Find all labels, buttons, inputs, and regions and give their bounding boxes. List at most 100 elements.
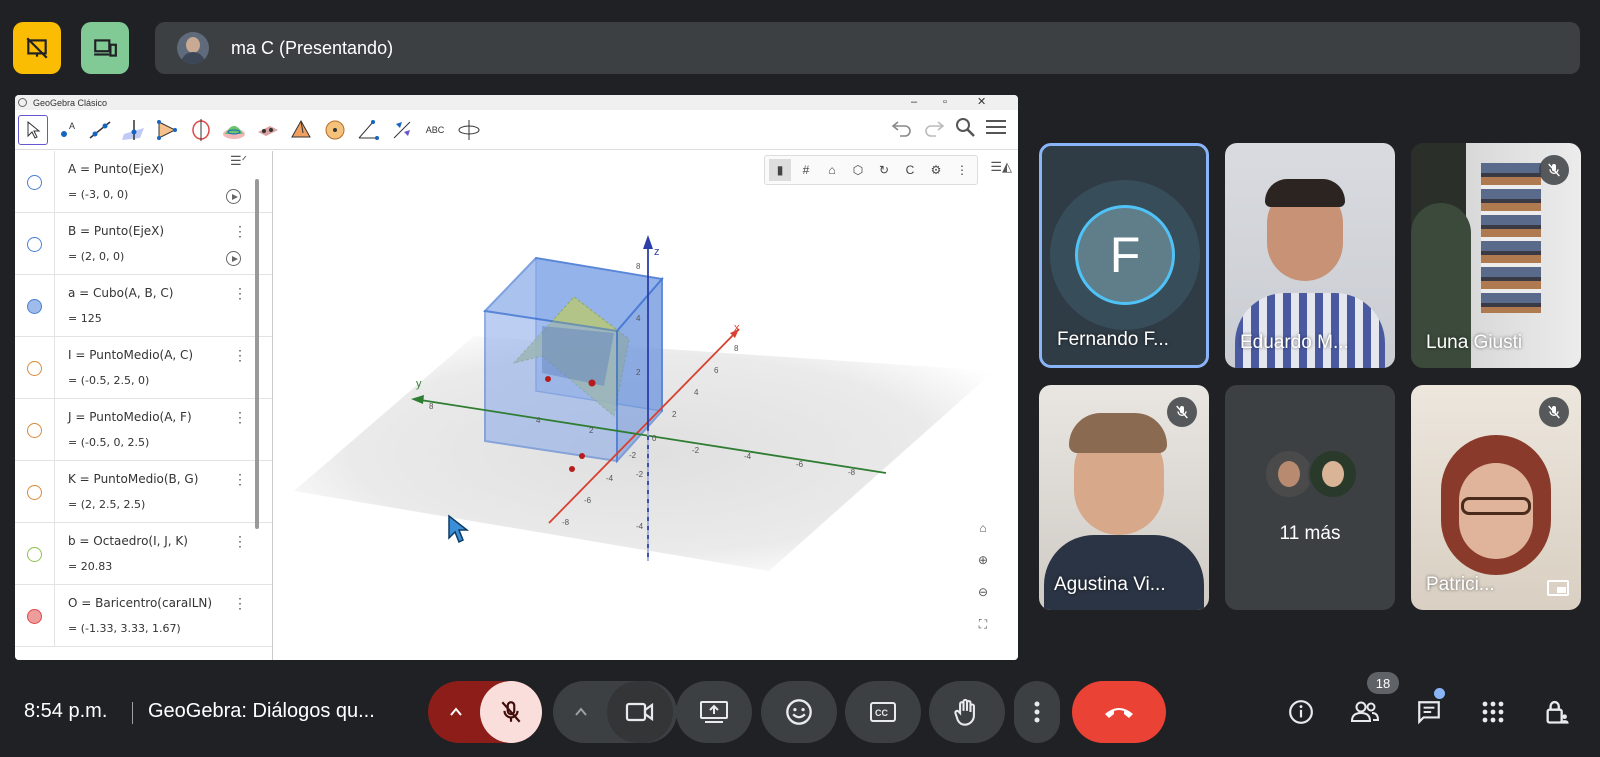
view-perspective-icon[interactable]: ☰◭ — [990, 159, 1012, 175]
participant-tile[interactable]: Luna Giusti — [1411, 143, 1581, 368]
svg-text:4: 4 — [536, 416, 541, 425]
cube-view-icon[interactable]: ⬡ — [847, 159, 869, 181]
algebra-definition: b = Octaedro(I, J, K) — [68, 534, 188, 548]
minimize-icon[interactable]: – — [911, 95, 917, 109]
algebra-row[interactable]: b = Octaedro(I, J, K) = 20.83 ⋮ — [15, 523, 272, 585]
host-controls-button[interactable] — [1535, 690, 1579, 734]
visibility-toggle[interactable] — [27, 175, 42, 190]
visibility-toggle[interactable] — [27, 237, 42, 252]
circle-axis-tool[interactable] — [186, 115, 216, 145]
algebra-row[interactable]: O = Baricentro(caraILN) = (-1.33, 3.33, 1… — [15, 585, 272, 647]
participant-tile[interactable]: Agustina Vi... — [1039, 385, 1209, 610]
leave-call-button[interactable] — [1072, 681, 1166, 743]
grid-icon[interactable]: # — [795, 159, 817, 181]
polygon-tool[interactable] — [152, 115, 182, 145]
row-menu-icon[interactable]: ⋮ — [233, 471, 247, 488]
participant-tile[interactable]: Eduardo M... — [1225, 143, 1395, 368]
row-menu-icon[interactable]: ⋮ — [233, 347, 247, 364]
more-icon[interactable]: ⋮ — [951, 159, 973, 181]
visibility-toggle[interactable] — [27, 485, 42, 500]
sphere-icon — [325, 120, 344, 139]
intersect-surfaces-tool[interactable] — [219, 115, 249, 145]
svg-text:-2: -2 — [629, 451, 637, 460]
algebra-value: = (-0.5, 0, 2.5) — [68, 436, 150, 449]
pip-icon[interactable] — [1547, 580, 1569, 596]
participant-tile[interactable]: F Fernando F... — [1039, 143, 1209, 368]
algebra-row[interactable]: a = Cubo(A, B, C) = 125 ⋮ — [15, 275, 272, 337]
row-menu-icon[interactable]: ⋮ — [233, 595, 247, 612]
visibility-toggle[interactable] — [27, 299, 42, 314]
more-options-button[interactable] — [1014, 681, 1060, 743]
participant-count: 18 — [1375, 675, 1391, 691]
clipping-icon[interactable]: C — [899, 159, 921, 181]
home-view-icon[interactable]: ⌂ — [970, 515, 996, 541]
mic-toggle-button[interactable] — [480, 681, 542, 743]
video-options-button[interactable] — [561, 681, 601, 743]
row-menu-icon[interactable]: ⋮ — [233, 223, 247, 240]
menu-icon[interactable] — [984, 116, 1008, 138]
animation-play-icon[interactable] — [226, 251, 241, 266]
zoom-out-icon[interactable]: ⊖ — [970, 579, 996, 605]
audio-options-button[interactable] — [436, 681, 476, 743]
maximize-icon[interactable]: ▫ — [943, 95, 947, 109]
activities-button[interactable] — [1471, 690, 1515, 734]
stop-presenting-button[interactable] — [13, 22, 61, 74]
zoom-in-icon[interactable]: ⊕ — [970, 547, 996, 573]
visibility-toggle[interactable] — [27, 423, 42, 438]
algebra-row[interactable]: K = PuntoMedio(B, G) = (2, 2.5, 2.5) ⋮ — [15, 461, 272, 523]
companion-mode-button[interactable] — [81, 22, 129, 74]
algebra-row[interactable]: I = PuntoMedio(A, C) = (-0.5, 2.5, 0) ⋮ — [15, 337, 272, 399]
raise-hand-button[interactable] — [929, 681, 1005, 743]
row-menu-icon[interactable]: ⋮ — [233, 285, 247, 302]
chat-button[interactable] — [1407, 690, 1451, 734]
perpendicular-tool[interactable] — [119, 115, 149, 145]
move-tool[interactable] — [18, 114, 48, 145]
reflect-tool[interactable] — [387, 115, 417, 145]
algebra-scrollbar[interactable] — [255, 179, 259, 529]
rotate-view-tool[interactable] — [454, 115, 484, 145]
visibility-toggle[interactable] — [27, 361, 42, 376]
participant-name: Fernando F... — [1057, 329, 1169, 350]
row-menu-icon[interactable]: ⋮ — [233, 409, 247, 426]
point-tool[interactable]: A — [52, 115, 82, 145]
visibility-column — [15, 461, 55, 523]
algebra-sort-icon[interactable]: ☰ᐟ — [230, 153, 247, 169]
visibility-toggle[interactable] — [27, 609, 42, 624]
close-icon[interactable]: ✕ — [977, 95, 986, 109]
text-tool[interactable]: ABC — [420, 115, 450, 145]
animation-play-icon[interactable] — [226, 189, 241, 204]
algebra-toggle-icon[interactable]: ▮ — [769, 159, 791, 181]
home-icon[interactable]: ⌂ — [821, 159, 843, 181]
lock-person-icon — [1546, 700, 1569, 724]
more-participants-tile[interactable]: 11 más — [1225, 385, 1395, 610]
meeting-details-button[interactable] — [1279, 690, 1323, 734]
line-tool[interactable] — [85, 115, 115, 145]
visibility-column — [15, 213, 55, 275]
algebra-row[interactable]: J = PuntoMedio(A, F) = (-0.5, 0, 2.5) ⋮ — [15, 399, 272, 461]
angle-tool[interactable] — [353, 115, 383, 145]
captions-button[interactable]: CC — [845, 681, 921, 743]
algebra-definition: O = Baricentro(caraILN) — [68, 596, 213, 610]
row-menu-icon[interactable]: ⋮ — [233, 533, 247, 550]
fullscreen-icon[interactable]: ⛶ — [970, 611, 996, 637]
settings-icon[interactable]: ⚙ — [925, 159, 947, 181]
visibility-toggle[interactable] — [27, 547, 42, 562]
point-marker — [545, 376, 551, 382]
mic-off-icon — [501, 701, 521, 723]
participant-tile[interactable]: Patrici... — [1411, 385, 1581, 610]
pyramid-tool[interactable] — [286, 115, 316, 145]
svg-text:4: 4 — [636, 314, 641, 323]
pyramid-icon — [291, 119, 311, 137]
present-button[interactable] — [676, 681, 752, 743]
undo-icon[interactable] — [890, 117, 914, 137]
redo-icon[interactable] — [922, 117, 946, 137]
sphere-tool[interactable] — [320, 115, 350, 145]
rotate-icon[interactable]: ↻ — [873, 159, 895, 181]
camera-toggle-button[interactable] — [607, 681, 673, 743]
plane-tool[interactable] — [253, 115, 283, 145]
reactions-button[interactable] — [761, 681, 837, 743]
graphics-3d-view[interactable]: x y z 8 6 4 2 -2 -4 -6 -8 8 4 2 0 -2 -4 -6 -8 8 4 2 -2 -… — [274, 151, 1018, 660]
algebra-row[interactable]: B = Punto(EjeX) = (2, 0, 0) ⋮ — [15, 213, 272, 275]
people-button[interactable] — [1343, 690, 1387, 734]
search-icon[interactable] — [954, 116, 976, 138]
